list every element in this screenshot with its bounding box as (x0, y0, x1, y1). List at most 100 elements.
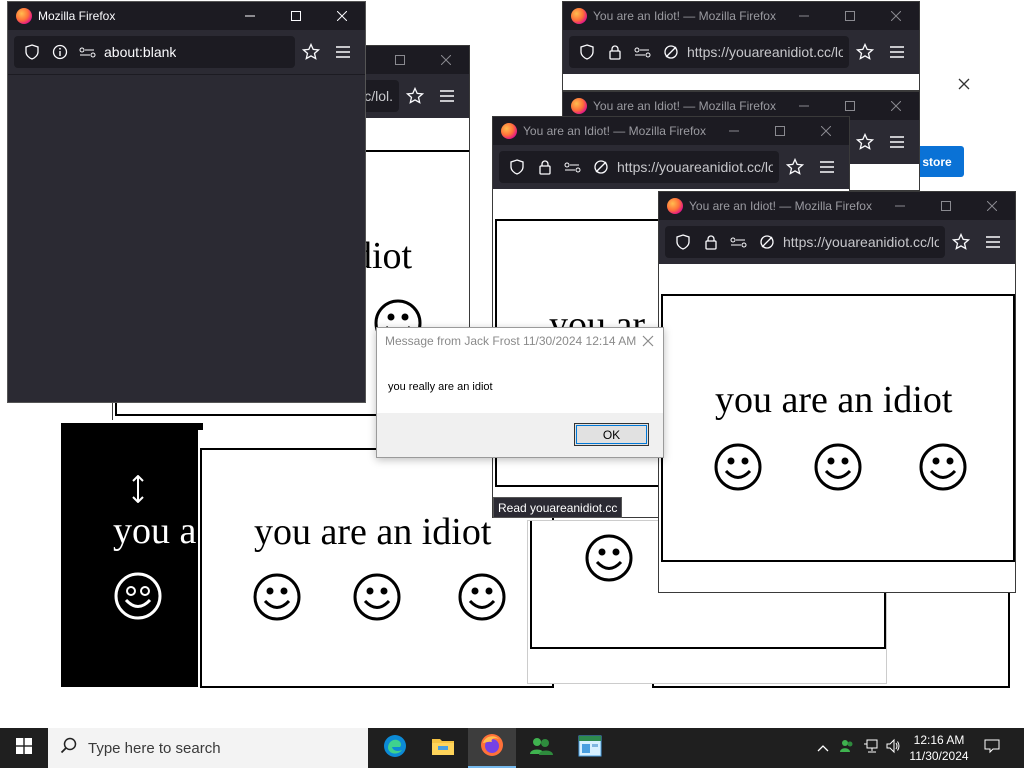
minimize-icon[interactable] (877, 192, 923, 220)
idiot-text: you a (113, 510, 197, 552)
minimize-icon[interactable] (711, 117, 757, 145)
edge-app-button[interactable] (371, 728, 419, 768)
people-icon (528, 734, 554, 763)
close-icon[interactable] (873, 92, 919, 120)
volume-button[interactable] (882, 728, 904, 768)
smiley-icon (114, 572, 162, 620)
firefox-window-blank: Mozilla Firefox about:blank (7, 1, 366, 403)
firefox-logo-icon (571, 98, 587, 114)
bookmark-star-icon[interactable] (849, 126, 881, 158)
tray-people-button[interactable] (836, 728, 858, 768)
clock[interactable]: 12:16 AM 11/30/2024 (906, 728, 972, 768)
people-app-button[interactable] (517, 728, 565, 768)
window-titlebar[interactable]: You are an Idiot! — Mozilla Firefox (563, 2, 919, 30)
start-button[interactable] (0, 728, 48, 768)
alert-dialog: Message from Jack Frost 11/30/2024 12:14… (376, 327, 664, 458)
tooltip: Read youareanidiot.cc (493, 497, 623, 518)
bookmark-star-icon[interactable] (945, 226, 977, 258)
maximize-icon[interactable] (757, 117, 803, 145)
maximize-icon[interactable] (377, 46, 423, 74)
firefox-logo-icon (16, 8, 32, 24)
page-content: you are an idiot (659, 264, 1015, 592)
idiot-window-top-right: You are an Idiot! — Mozilla Firefox http… (562, 1, 920, 91)
url-bar[interactable]: https://youareanidiot.cc/lol. (569, 36, 849, 68)
autoplay-blocked-icon[interactable] (659, 40, 683, 64)
maximize-icon[interactable] (923, 192, 969, 220)
app-window-button[interactable] (566, 728, 614, 768)
idiot-window-right: You are an Idiot! — Mozilla Firefox http… (658, 191, 1016, 593)
file-explorer-app-button[interactable] (419, 728, 467, 768)
minimize-icon[interactable] (227, 2, 273, 30)
file-explorer-icon (431, 736, 455, 761)
window-titlebar[interactable]: You are an Idiot! — Mozilla Firefox (659, 192, 1015, 220)
close-icon[interactable] (319, 2, 365, 30)
bookmark-star-icon[interactable] (295, 36, 327, 68)
speaker-icon (885, 738, 901, 759)
autoplay-blocked-icon[interactable] (589, 155, 613, 179)
smiley-icon (714, 443, 762, 491)
permissions-icon[interactable] (76, 40, 100, 64)
hamburger-menu-icon[interactable] (977, 226, 1009, 258)
navigation-toolbar: https://youareanidiot.cc/lol. (563, 30, 919, 74)
window-title: Mozilla Firefox (38, 9, 116, 23)
minimize-icon[interactable] (781, 2, 827, 30)
url-bar[interactable]: https://youareanidiot.cc/lol. (665, 226, 945, 258)
window-title: You are an Idiot! — Mozilla Firefox (593, 99, 776, 113)
lock-icon[interactable] (533, 155, 557, 179)
window-titlebar[interactable]: Mozilla Firefox (8, 2, 365, 30)
firefox-icon (480, 733, 504, 762)
close-icon[interactable] (956, 76, 972, 92)
window-title: You are an Idiot! — Mozilla Firefox (689, 199, 872, 213)
shield-icon[interactable] (671, 230, 695, 254)
search-box[interactable]: Type here to search (48, 728, 368, 768)
dialog-message: you really are an idiot (388, 381, 493, 393)
search-placeholder: Type here to search (88, 739, 221, 757)
url-bar[interactable]: https://youareanidiot.cc/lol. (499, 151, 779, 183)
smiley-icon (585, 534, 633, 582)
lock-icon[interactable] (603, 40, 627, 64)
notification-center-button[interactable] (978, 728, 1006, 768)
url-bar[interactable]: about:blank (14, 36, 295, 68)
windows-logo-icon (16, 737, 32, 759)
tray-overflow-button[interactable] (812, 728, 834, 768)
hamburger-menu-icon[interactable] (327, 36, 359, 68)
bookmark-star-icon[interactable] (849, 36, 881, 68)
notification-icon (984, 738, 1000, 759)
window-titlebar[interactable]: You are an Idiot! — Mozilla Firefox (493, 117, 849, 145)
bookmark-star-icon[interactable] (779, 151, 811, 183)
maximize-icon[interactable] (273, 2, 319, 30)
url-text: c/lol. (364, 88, 393, 104)
maximize-icon[interactable] (827, 2, 873, 30)
ok-button[interactable]: OK (574, 423, 649, 446)
permissions-icon[interactable] (727, 230, 751, 254)
hamburger-menu-icon[interactable] (881, 126, 913, 158)
idiot-text: you are an idiot (715, 379, 953, 421)
firefox-logo-icon (571, 8, 587, 24)
shield-icon[interactable] (575, 40, 599, 64)
hamburger-menu-icon[interactable] (881, 36, 913, 68)
close-icon[interactable] (873, 2, 919, 30)
close-icon[interactable] (423, 46, 469, 74)
navigation-toolbar: https://youareanidiot.cc/lol. (659, 220, 1015, 264)
firefox-app-button[interactable] (468, 728, 516, 768)
hamburger-menu-icon[interactable] (811, 151, 843, 183)
shield-icon[interactable] (20, 40, 44, 64)
info-icon[interactable] (48, 40, 72, 64)
hamburger-menu-icon[interactable] (431, 80, 463, 112)
close-icon[interactable] (803, 117, 849, 145)
clock-time: 12:16 AM (913, 733, 965, 747)
permissions-icon[interactable] (631, 40, 655, 64)
shield-icon[interactable] (505, 155, 529, 179)
close-icon[interactable] (969, 192, 1015, 220)
network-button[interactable] (860, 728, 882, 768)
navigation-toolbar: https://youareanidiot.cc/lol. (493, 145, 849, 189)
permissions-icon[interactable] (561, 155, 585, 179)
autoplay-blocked-icon[interactable] (755, 230, 779, 254)
bookmark-star-icon[interactable] (399, 80, 431, 112)
lock-icon[interactable] (699, 230, 723, 254)
close-icon[interactable] (639, 332, 657, 350)
smiley-icon (353, 573, 401, 621)
taskbar: Type here to search 12:16 AM 11/30/2024 (0, 728, 1024, 768)
dialog-footer: OK (377, 413, 663, 457)
network-icon (863, 738, 879, 759)
